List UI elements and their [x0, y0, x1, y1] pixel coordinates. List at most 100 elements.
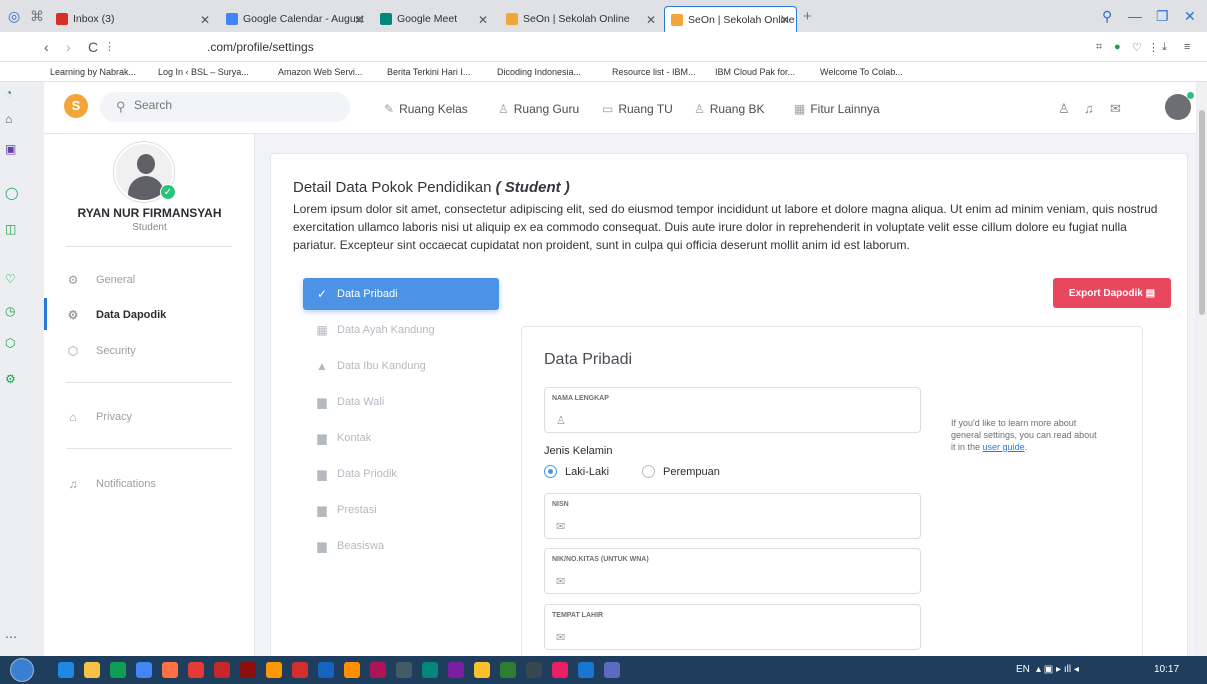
- close-window-icon[interactable]: ✕: [1184, 8, 1196, 25]
- language-indicator[interactable]: EN: [1016, 664, 1030, 675]
- export-dapodik-button[interactable]: Export Dapodik ▤: [1053, 278, 1171, 308]
- whatsapp-icon[interactable]: ◯: [5, 186, 18, 200]
- sidebar-item-notifications[interactable]: ♫ Notifications: [66, 474, 156, 494]
- nisn-field[interactable]: NISN ✉: [544, 493, 921, 539]
- tab-data-ayah-kandung[interactable]: ▦ Data Ayah Kandung: [303, 314, 499, 346]
- bookmark-item[interactable]: Learning by Nabrak...: [50, 67, 136, 77]
- illustrator-icon[interactable]: [344, 662, 360, 678]
- back-icon[interactable]: ‹: [44, 39, 49, 55]
- tab-data-priodik[interactable]: ▆ Data Priodik: [303, 458, 499, 490]
- browser-tab-seon-active[interactable]: SeOn | Sekolah Online ✕: [664, 6, 797, 32]
- pycharm-icon[interactable]: [500, 662, 516, 678]
- radio-perempuan[interactable]: Perempuan: [642, 465, 720, 478]
- app-icon[interactable]: [422, 662, 438, 678]
- seon-logo-icon[interactable]: S: [64, 94, 88, 118]
- more-icon[interactable]: ⋯: [5, 630, 17, 644]
- acrobat-icon[interactable]: [292, 662, 308, 678]
- sidebar-item-security[interactable]: ⬡ Security: [66, 341, 136, 361]
- url-field[interactable]: ⋮ .com/profile/settings: [92, 37, 1072, 57]
- settings-icon[interactable]: ⚙: [5, 372, 16, 386]
- close-tab-icon[interactable]: ✕: [646, 13, 656, 27]
- search-tabs-icon[interactable]: ⚲: [1102, 8, 1112, 25]
- bag-icon[interactable]: ⌂: [5, 112, 12, 126]
- twitch-icon[interactable]: ▣: [5, 142, 16, 156]
- tab-data-ibu-kandung[interactable]: ▲ Data Ibu Kandung: [303, 350, 499, 382]
- browser-tab-calendar[interactable]: Google Calendar - August: [220, 6, 370, 32]
- download-icon[interactable]: ⤓: [1162, 41, 1167, 54]
- speed-dial-icon[interactable]: ◔: [5, 86, 12, 100]
- messenger-icon[interactable]: ◫: [5, 222, 16, 236]
- mail-icon[interactable]: ✉: [1110, 101, 1121, 117]
- sidebar-item-privacy[interactable]: ⌂ Privacy: [66, 407, 132, 427]
- close-tab-icon[interactable]: ✕: [780, 13, 790, 27]
- firefox-icon[interactable]: [266, 662, 282, 678]
- cube-icon[interactable]: ⬡: [5, 336, 15, 350]
- tab-data-wali[interactable]: ▆ Data Wali: [303, 386, 499, 418]
- app-icon[interactable]: [448, 662, 464, 678]
- heart-icon[interactable]: ♡: [1132, 41, 1142, 54]
- ie-icon[interactable]: [58, 662, 74, 678]
- menu-dots-icon[interactable]: ⋮: [1148, 41, 1159, 54]
- bookmark-item[interactable]: Dicoding Indonesia...: [497, 67, 581, 77]
- search-input[interactable]: [134, 98, 334, 112]
- bell-icon[interactable]: ♫: [1084, 101, 1094, 116]
- nav-ruang-guru[interactable]: ♙ Ruang Guru: [498, 102, 579, 116]
- user-guide-link[interactable]: user guide: [983, 442, 1025, 452]
- bookmark-item[interactable]: Log In ‹ BSL – Surya...: [158, 67, 249, 77]
- browser-tab-inbox[interactable]: Inbox (3): [50, 6, 192, 32]
- bookmark-item[interactable]: IBM Cloud Pak for...: [715, 67, 795, 77]
- sidebar-item-general[interactable]: ⚙ General: [66, 270, 136, 290]
- history-icon[interactable]: ◷: [5, 304, 15, 318]
- nav-fitur-lainnya[interactable]: ▦ Fitur Lainnya: [794, 102, 880, 116]
- bookmark-item[interactable]: Welcome To Colab...: [820, 67, 903, 77]
- vscode-icon[interactable]: [578, 662, 594, 678]
- tray-icons[interactable]: ▴ ▣ ▸ ıll ◂: [1036, 664, 1079, 675]
- tab-prestasi[interactable]: ▆ Prestasi: [303, 494, 499, 526]
- browser-tab-meet[interactable]: Google Meet: [374, 6, 514, 32]
- forward-icon[interactable]: ›: [66, 39, 71, 55]
- close-tab-icon[interactable]: ✕: [200, 13, 210, 27]
- media-icon[interactable]: [110, 662, 126, 678]
- explorer-icon[interactable]: [84, 662, 100, 678]
- opera-logo-icon[interactable]: ◎: [8, 8, 20, 25]
- browser-tab-seon-1[interactable]: SeOn | Sekolah Online: [500, 6, 660, 32]
- heart-icon[interactable]: ♡: [5, 272, 16, 286]
- close-tab-icon[interactable]: ✕: [478, 13, 488, 27]
- app-icon[interactable]: [604, 662, 620, 678]
- app-icon[interactable]: [552, 662, 568, 678]
- terminal-icon[interactable]: [526, 662, 542, 678]
- snapshot-icon[interactable]: ⌗: [1096, 41, 1102, 54]
- nik-field[interactable]: NIK/NO.KITAS (UNTUK WNA) ✉: [544, 548, 921, 594]
- sidebar-item-data-dapodik[interactable]: ⚙ Data Dapodik: [66, 305, 167, 325]
- nav-ruang-tu[interactable]: ▭ Ruang TU: [602, 102, 673, 116]
- new-tab-icon[interactable]: +: [803, 8, 812, 25]
- profile-icon[interactable]: ♙: [1058, 101, 1070, 117]
- shield-icon[interactable]: ●: [1114, 41, 1121, 53]
- maximize-icon[interactable]: ❐: [1156, 8, 1169, 25]
- tab-beasiswa[interactable]: ▆ Beasiswa: [303, 530, 499, 562]
- tab-data-pribadi[interactable]: ✓ Data Pribadi: [303, 278, 499, 310]
- opera-gx-icon[interactable]: [214, 662, 230, 678]
- radio-laki-laki[interactable]: Laki-Laki: [544, 465, 609, 478]
- chrome-icon[interactable]: [136, 662, 152, 678]
- indesign-icon[interactable]: [370, 662, 386, 678]
- workspaces-icon[interactable]: ⌘: [30, 8, 44, 25]
- tempat-lahir-field[interactable]: TEMPAT LAHIR ✉: [544, 604, 921, 650]
- clock[interactable]: 10:17: [1154, 664, 1179, 675]
- opera-icon[interactable]: [188, 662, 204, 678]
- photoshop-icon[interactable]: [318, 662, 334, 678]
- nav-ruang-kelas[interactable]: ✎ Ruang Kelas: [384, 102, 468, 116]
- scrollbar-thumb[interactable]: [1199, 110, 1205, 315]
- tab-kontak[interactable]: ▆ Kontak: [303, 422, 499, 454]
- bookmark-item[interactable]: Resource list - IBM...: [612, 67, 696, 77]
- minimize-icon[interactable]: —: [1128, 8, 1142, 24]
- notes-icon[interactable]: [474, 662, 490, 678]
- bookmark-item[interactable]: Amazon Web Servi...: [278, 67, 362, 77]
- app-icon[interactable]: [240, 662, 256, 678]
- nav-ruang-bk[interactable]: ♙ Ruang BK: [694, 102, 764, 116]
- app-icon[interactable]: [162, 662, 178, 678]
- bookmark-item[interactable]: Berita Terkini Hari I...: [387, 67, 470, 77]
- start-button[interactable]: [10, 658, 34, 682]
- close-tab-icon[interactable]: ✕: [354, 13, 364, 27]
- app-icon[interactable]: [396, 662, 412, 678]
